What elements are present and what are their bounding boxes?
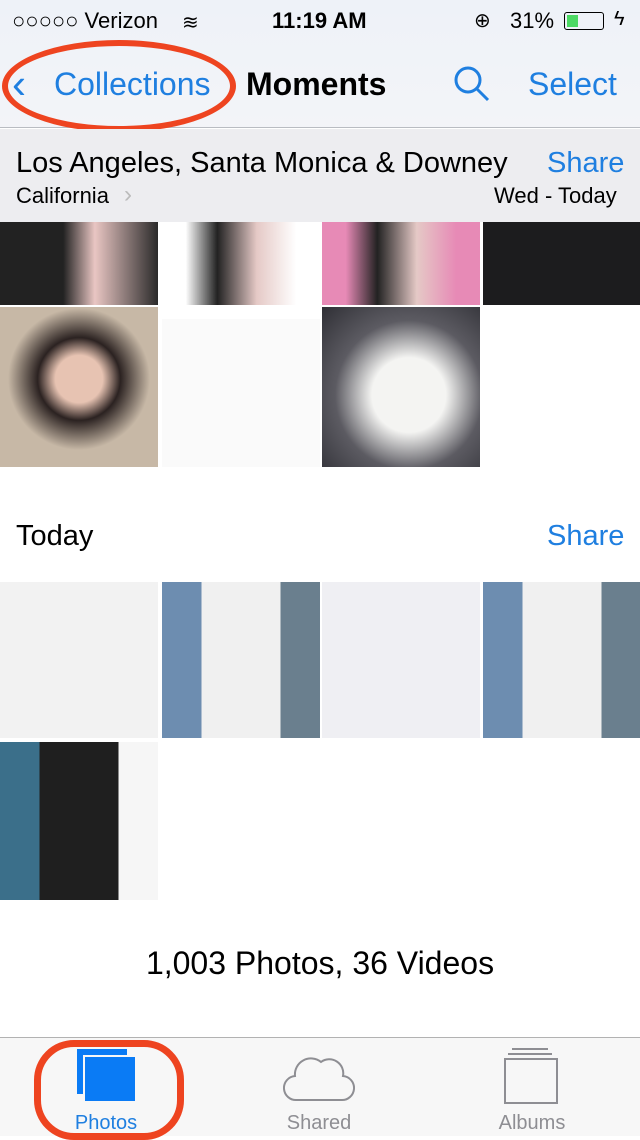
albums-icon [512, 1048, 548, 1050]
battery-icon [564, 12, 604, 30]
rotation-lock-icon: ⊕ [474, 10, 491, 32]
photo-thumbnail[interactable] [483, 222, 640, 305]
photo-thumbnail[interactable] [483, 307, 640, 467]
moment-date: Wed - Today [494, 183, 617, 208]
location-link[interactable]: California [16, 183, 109, 209]
tab-label: Albums [498, 1112, 566, 1134]
tab-albums[interactable]: Albums [452, 1038, 612, 1137]
charging-icon: ϟ [614, 8, 625, 30]
search-icon[interactable] [452, 64, 492, 104]
share-button[interactable]: Share [547, 147, 624, 180]
photo-thumbnail[interactable] [322, 222, 480, 305]
battery-percent: 31% [510, 8, 555, 33]
cloud-icon [283, 1057, 355, 1102]
chevron-right-icon: › [124, 181, 132, 208]
photo-thumbnail[interactable] [0, 307, 158, 467]
photo-thumbnail[interactable] [162, 582, 320, 738]
tab-label: Shared [286, 1112, 352, 1134]
moment-title: Today [16, 520, 94, 552]
select-button[interactable]: Select [528, 66, 617, 103]
library-summary: 1,003 Photos, 36 Videos [145, 945, 495, 981]
photo-thumbnail[interactable] [162, 307, 320, 467]
wifi-icon: ≋ [182, 12, 199, 34]
photo-thumbnail[interactable] [162, 222, 320, 305]
photo-thumbnail[interactable] [0, 582, 158, 738]
photo-thumbnail[interactable] [483, 582, 640, 738]
page-title: Moments [246, 66, 387, 102]
carrier: ○○○○○ Verizon [12, 8, 158, 33]
annotation-circle [2, 40, 236, 132]
annotation-circle [34, 1040, 184, 1140]
moment-header: Los Angeles, Santa Monica & Downey Share… [0, 129, 640, 222]
clock: 11:19 AM [272, 8, 367, 33]
tab-shared[interactable]: Shared [239, 1038, 399, 1137]
photo-thumbnail[interactable] [0, 742, 158, 900]
moment-title: Los Angeles, Santa Monica & Downey [16, 147, 508, 179]
share-button[interactable]: Share [547, 520, 624, 553]
photo-thumbnail[interactable] [0, 222, 158, 305]
photo-thumbnail[interactable] [322, 307, 480, 467]
photo-thumbnail[interactable] [322, 582, 480, 738]
